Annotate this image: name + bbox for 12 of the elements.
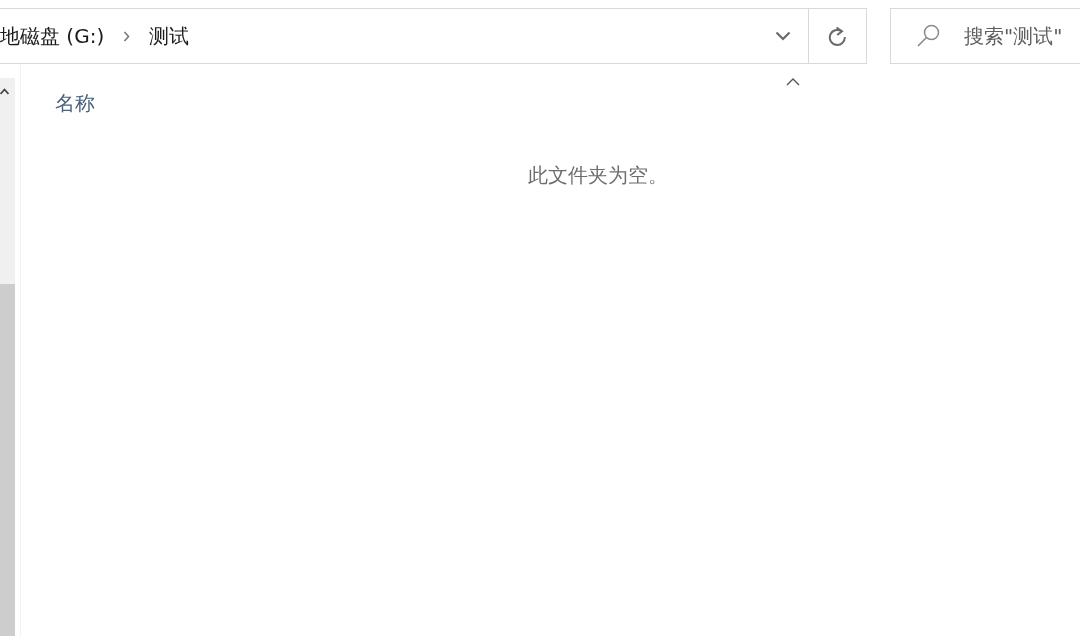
address-bar[interactable]: 地磁盘 (G:) 测试: [0, 8, 867, 64]
breadcrumb-item[interactable]: 测试: [149, 24, 190, 48]
empty-folder-message: 此文件夹为空。: [527, 162, 668, 189]
refresh-icon: [828, 25, 847, 47]
breadcrumb-item[interactable]: 地磁盘 (G:): [0, 24, 105, 48]
chevron-down-icon: [775, 31, 791, 41]
chevron-up-icon[interactable]: [0, 88, 9, 95]
search-field[interactable]: 搜索"测试": [890, 8, 1080, 64]
scrollbar-thumb[interactable]: [0, 284, 15, 636]
search-icon: [917, 24, 940, 47]
chevron-right-icon: [123, 30, 131, 42]
column-header[interactable]: 名称: [40, 78, 810, 128]
